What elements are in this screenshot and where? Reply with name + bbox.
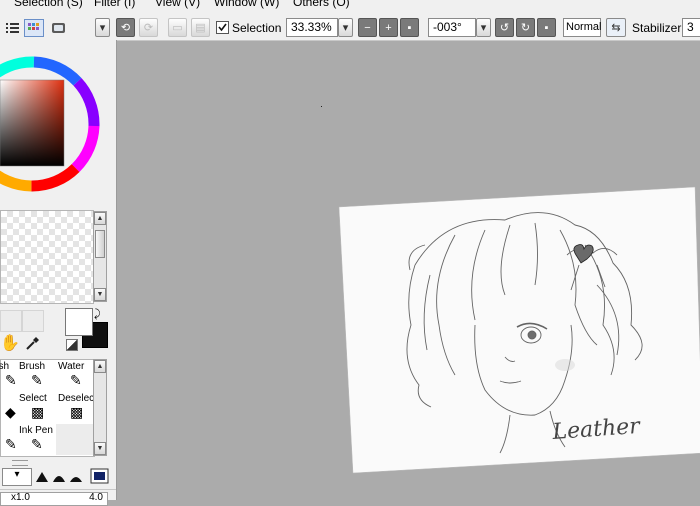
zoom-out-button[interactable]: − — [358, 18, 377, 37]
tool-deselect[interactable]: Deselect ▩ — [56, 392, 97, 423]
eraser-icon: ◆ — [5, 404, 16, 420]
tool-ink-pen[interactable]: Ink Pen ✎ — [17, 424, 57, 455]
scratchpad-scrollbar[interactable]: ▲ ▼ — [93, 211, 107, 302]
deselect-brush-icon: ▩ — [70, 404, 84, 420]
rotation-dropdown-button[interactable]: ▾ — [476, 18, 491, 37]
ink-pen-icon: ✎ — [31, 436, 43, 452]
tool-grid-scrollbar[interactable]: ▲ ▼ — [93, 359, 107, 456]
tool-slot-empty[interactable] — [22, 310, 44, 332]
size-multiplier: x1.0 — [11, 492, 30, 503]
rotation-reset-button[interactable]: ▪ — [537, 18, 556, 37]
canvas-area[interactable]: Leather — [117, 41, 700, 500]
size-value: 4.0 — [89, 492, 103, 503]
selection-label: Selection — [232, 21, 282, 35]
scroll-up-button[interactable]: ▲ — [94, 360, 106, 373]
water-brush-icon: ✎ — [70, 372, 82, 388]
tool-grid: ush✎ Brush✎ Water✎ r◆ Select▩ Deselect▩ … — [0, 359, 97, 457]
brush-icon: ✎ — [5, 372, 17, 388]
stabilizer-label: Stabilizer — [632, 21, 682, 35]
rotate-right-button[interactable]: ↻ — [516, 18, 535, 37]
undo-button[interactable]: ⟲ — [116, 18, 135, 37]
menu-view[interactable]: View (V) — [155, 0, 200, 9]
tool-select[interactable]: Select ▩ — [17, 392, 57, 423]
scroll-up-button[interactable]: ▲ — [94, 212, 106, 225]
menu-selection[interactable]: Selection (S) — [14, 0, 83, 9]
brush-size-slider[interactable]: x1.0 4.0 — [0, 492, 108, 506]
reset-colors-icon[interactable] — [66, 339, 78, 351]
menu-window[interactable]: Window (W) — [214, 0, 279, 9]
zoom-dropdown-button[interactable]: ▾ — [338, 18, 353, 37]
rotate-left-button[interactable]: ↺ — [495, 18, 514, 37]
scroll-down-button[interactable]: ▼ — [94, 442, 106, 455]
rotation-field[interactable]: -003° — [428, 18, 476, 37]
menu-bar: Selection (S) Filter (I) View (V) Window… — [0, 0, 700, 10]
scratchpad-area[interactable] — [0, 210, 94, 304]
swatch-grid-icon[interactable] — [24, 19, 44, 37]
tool-brush[interactable]: Brush ✎ — [17, 360, 57, 391]
zoom-in-button[interactable]: + — [379, 18, 398, 37]
brush-icon: ✎ — [31, 372, 43, 388]
list-view-icon[interactable] — [0, 18, 22, 38]
menu-filter[interactable]: Filter (I) — [94, 0, 135, 9]
pen-icon: ✎ — [5, 436, 17, 452]
stabilizer-field[interactable]: 3 — [682, 18, 700, 37]
tool-slot-empty[interactable] — [56, 424, 94, 455]
side-panel: ▲ ▼ ✋ ⤸ ush✎ Brush✎ Water✎ r◆ Select▩ De… — [0, 40, 117, 506]
selection-checkbox[interactable] — [216, 21, 229, 34]
artwork-canvas[interactable]: Leather — [335, 185, 700, 475]
scroll-down-button[interactable]: ▼ — [94, 288, 106, 301]
divider — [0, 489, 116, 490]
menu-others[interactable]: Others (O) — [293, 0, 350, 9]
zoom-reset-button[interactable]: ▪ — [400, 18, 419, 37]
eyedropper-icon[interactable] — [22, 333, 42, 355]
panel-dropdown-button[interactable]: ▾ — [95, 18, 110, 37]
redo-button[interactable]: ⟳ — [139, 18, 158, 37]
blend-mode-select[interactable]: Normal — [563, 18, 601, 37]
primary-color-swatch[interactable] — [65, 308, 93, 336]
tool-slot-empty[interactable] — [0, 310, 22, 332]
deselect-button[interactable]: ▭ — [168, 18, 187, 37]
invert-selection-button[interactable]: ▤ — [191, 18, 210, 37]
tool-water[interactable]: Water ✎ — [56, 360, 96, 391]
color-wheel[interactable] — [0, 40, 116, 208]
scratchpad-icon[interactable] — [48, 18, 68, 38]
select-brush-icon: ▩ — [31, 404, 45, 420]
brush-size-slot[interactable]: ▾ — [2, 468, 32, 486]
hand-icon[interactable]: ✋ — [0, 333, 20, 355]
zoom-field[interactable]: 33.33% — [286, 18, 338, 37]
canvas-dot — [321, 97, 323, 111]
brush-shape-selector[interactable] — [34, 468, 110, 484]
swap-colors-icon[interactable]: ⤸ — [94, 308, 101, 321]
toolbar: ▾ ⟲ ⟳ ▭ ▤ Selection 33.33% ▾ − + ▪ -003°… — [0, 10, 700, 41]
flip-horizontal-button[interactable]: ⇆ — [606, 18, 626, 37]
scrollbar-thumb[interactable] — [95, 230, 105, 258]
splitter-handle[interactable] — [12, 460, 28, 466]
